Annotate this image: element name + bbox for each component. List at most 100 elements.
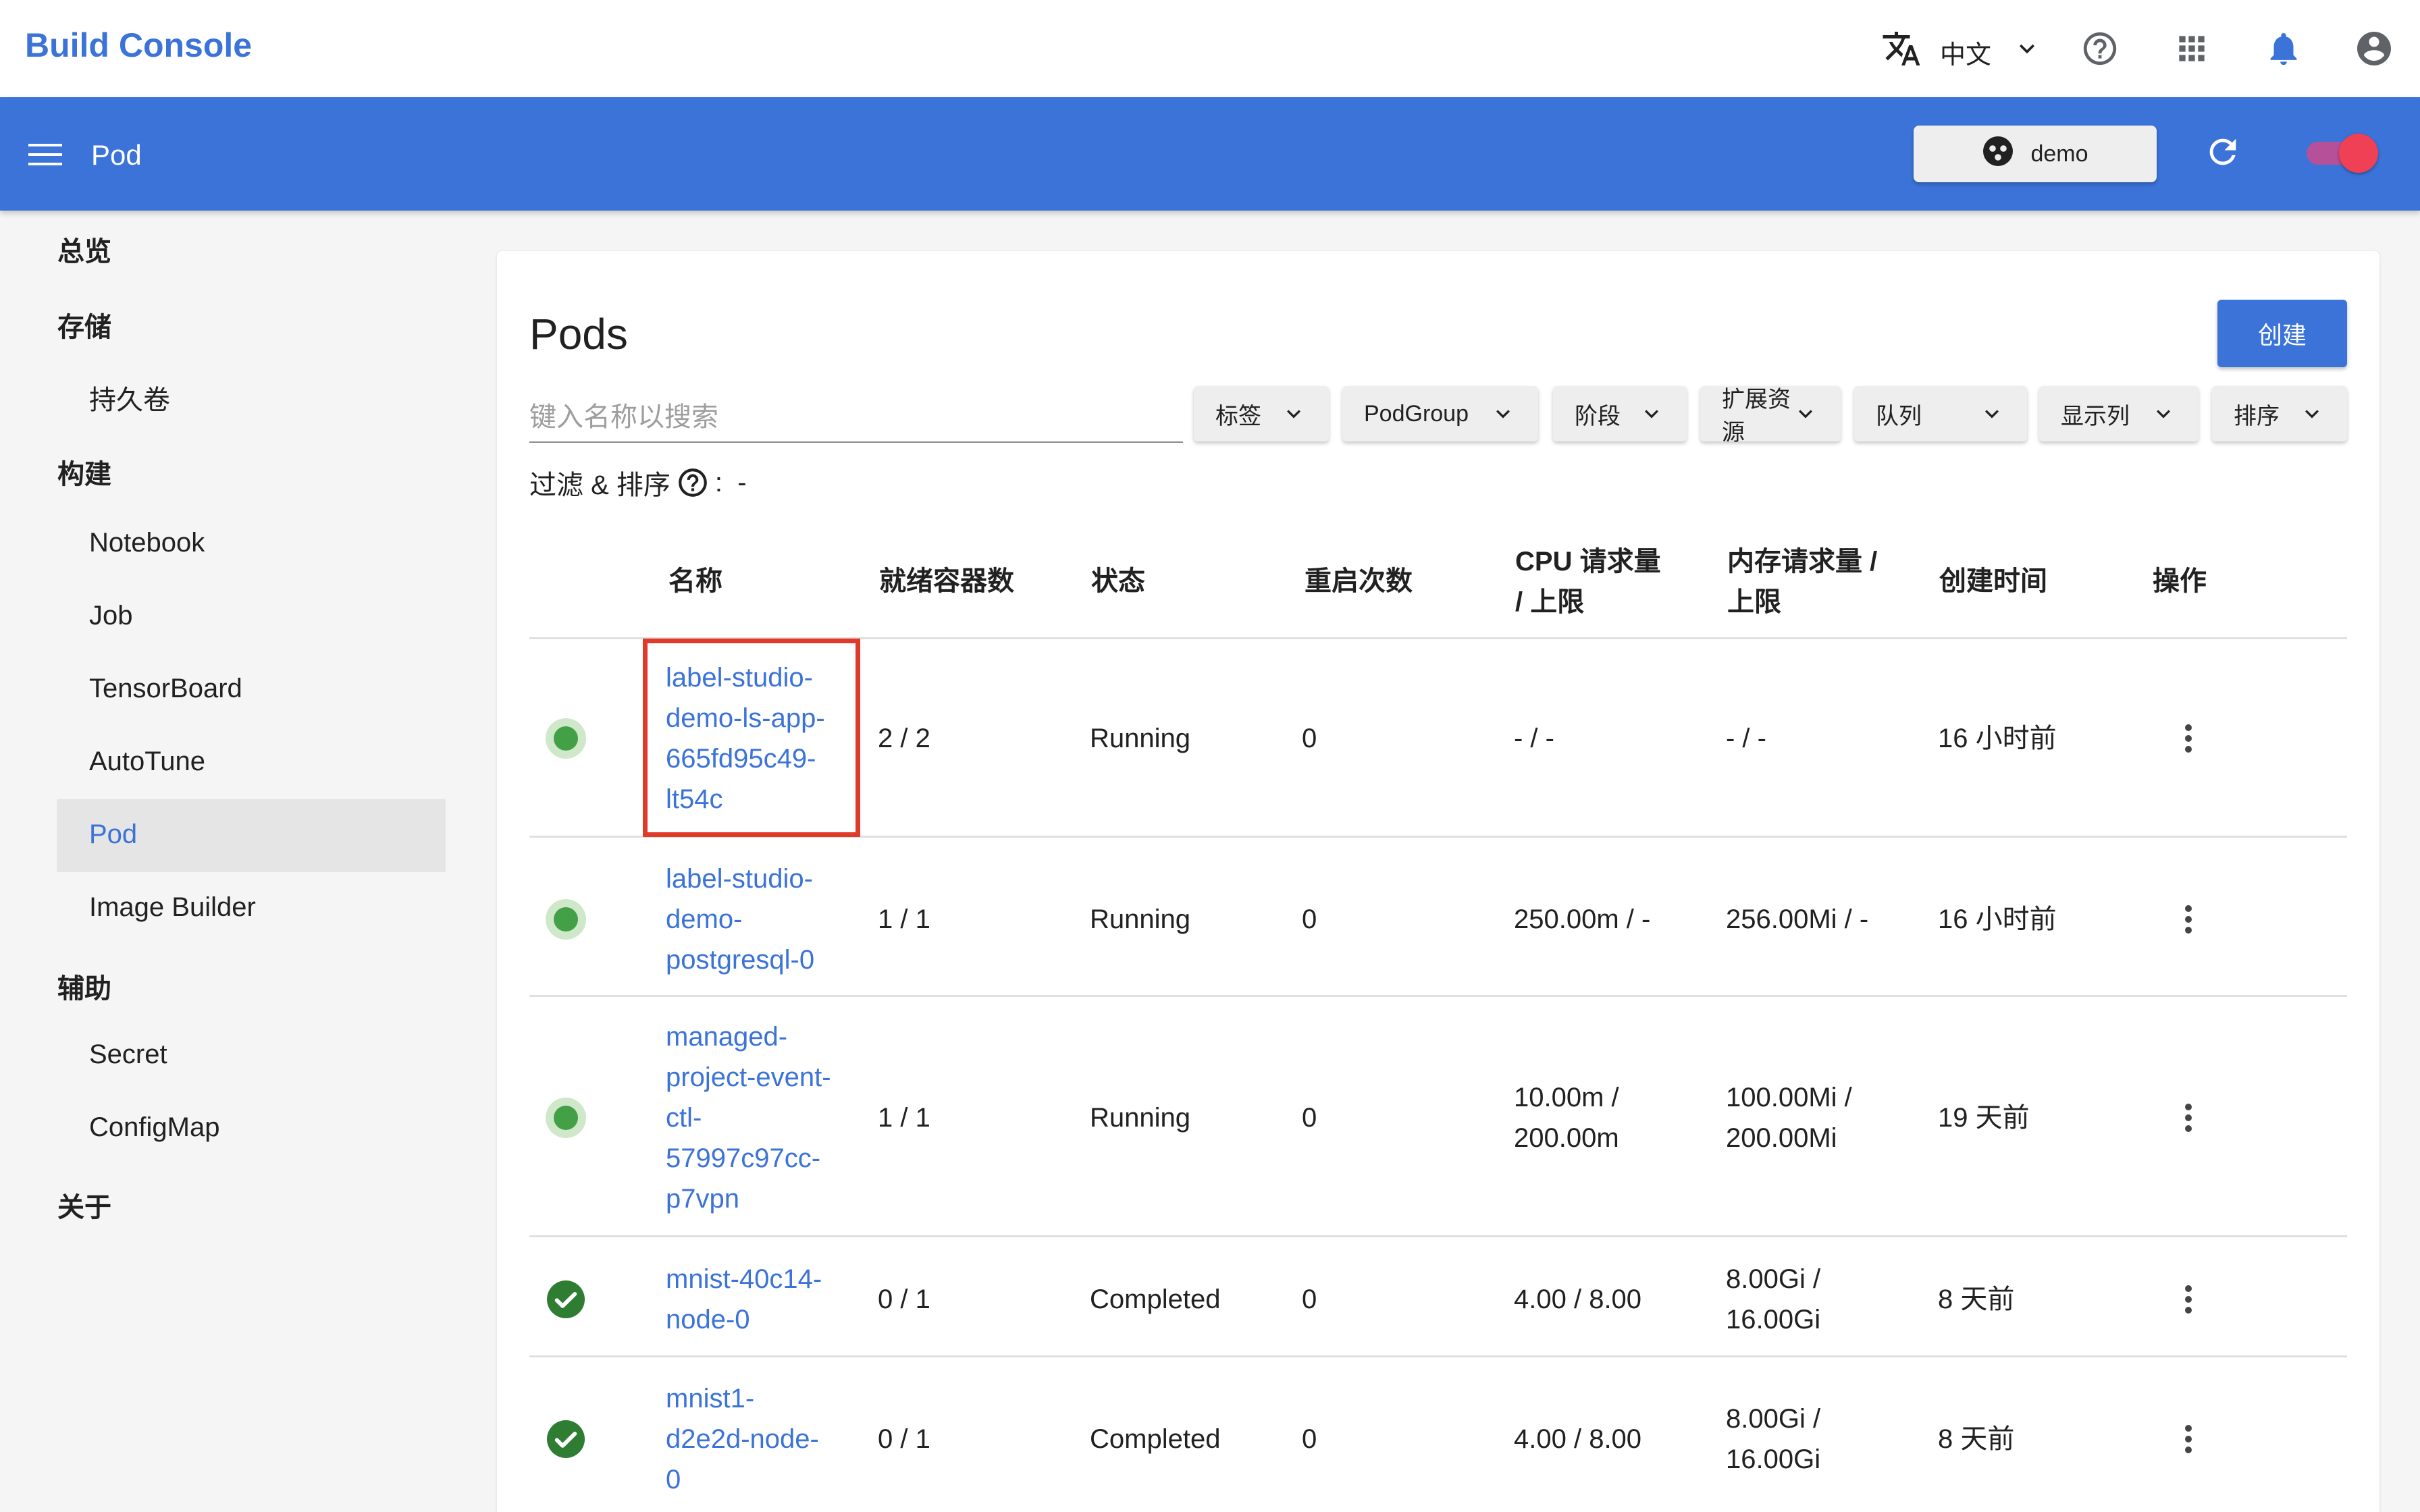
column-header-2[interactable]: 状态 — [1091, 561, 1145, 601]
column-header-6[interactable]: 创建时间 — [1939, 561, 2047, 601]
row-divider — [529, 1355, 2347, 1357]
kebab-icon[interactable] — [2178, 718, 2199, 759]
pod-name-link[interactable]: managed-project-event-ctl- 57997c97cc-p7v… — [666, 1017, 831, 1219]
column-header-0[interactable]: 名称 — [668, 561, 722, 601]
account-icon[interactable] — [2354, 28, 2394, 69]
memory-request-limit-line: 8.00Gi / — [1726, 1264, 1821, 1294]
column-header-line: CPU 请求量 — [1515, 547, 1661, 576]
memory-request-limit-line: 100.00Mi / — [1726, 1083, 1852, 1112]
selected-pod-highlight — [643, 639, 860, 837]
sidebar-item-pod[interactable]: Pod — [89, 819, 137, 850]
filter-button-6[interactable]: 排序 — [2212, 386, 2347, 441]
namespace-selector-button[interactable]: demo — [1914, 126, 2157, 182]
menu-icon[interactable] — [28, 141, 62, 168]
column-header-4[interactable]: CPU 请求量 / 上限 — [1515, 541, 1661, 622]
filter-button-2[interactable]: 阶段 — [1553, 386, 1687, 441]
filter-button-5[interactable]: 显示列 — [2039, 386, 2199, 441]
running-status-icon — [544, 1096, 587, 1139]
toggle-thumb — [2339, 134, 2378, 173]
pod-name-link-line: 0 — [666, 1465, 681, 1494]
apps-icon[interactable] — [2172, 28, 2212, 69]
search-input[interactable]: 键入名称以搜索 — [529, 387, 1183, 443]
bell-icon[interactable] — [2263, 28, 2304, 69]
cpu-request-limit-line: 4.00 / 8.00 — [1514, 1424, 1642, 1454]
chevron-down-icon — [2150, 400, 2177, 427]
pod-name-link-line: label-studio- — [666, 864, 813, 894]
filter-button-3[interactable]: 扩展资源 — [1700, 386, 1841, 446]
column-header-line: / 上限 — [1515, 587, 1585, 617]
sidebar-item-notebook[interactable]: Notebook — [89, 528, 205, 558]
memory-request-limit-line: 8.00Gi / — [1726, 1404, 1821, 1434]
sidebar-item--[interactable]: 构建 — [57, 452, 111, 491]
pod-name-link[interactable]: label-studio-demo-postgresql-0 — [666, 859, 814, 980]
column-header-5[interactable]: 内存请求量 / 上限 — [1727, 541, 1877, 622]
sidebar-item--[interactable]: 关于 — [57, 1185, 111, 1224]
sidebar-item--[interactable]: 辅助 — [57, 967, 111, 1006]
column-header-7[interactable]: 操作 — [2153, 561, 2207, 601]
refresh-icon[interactable] — [2203, 132, 2242, 171]
pod-name-link-line: p7vpn — [666, 1184, 739, 1214]
filter-button-0[interactable]: 标签 — [1194, 386, 1329, 441]
pod-status: Running — [1090, 724, 1191, 753]
running-status-icon — [544, 898, 587, 941]
translate-icon[interactable] — [1881, 28, 1922, 69]
restart-count: 0 — [1302, 1103, 1317, 1133]
cpu-request-limit-line: - / - — [1514, 724, 1554, 753]
column-header-1[interactable]: 就绪容器数 — [879, 561, 1014, 601]
memory-request-limit-line: 256.00Mi / - — [1726, 905, 1869, 934]
filter-label: 扩展资源 — [1722, 387, 1791, 446]
top-app-bar: Build Console 中文 — [0, 0, 2420, 97]
create-button[interactable]: 创建 — [2217, 300, 2347, 367]
pod-status: Running — [1090, 1103, 1191, 1133]
ready-count: 1 / 1 — [878, 1103, 930, 1133]
kebab-icon[interactable] — [2178, 1419, 2199, 1459]
cpu-request-limit: - / - — [1514, 718, 1554, 759]
language-label[interactable]: 中文 — [1940, 34, 1991, 71]
pod-name-link-line: managed- — [666, 1022, 788, 1052]
pod-name-link[interactable]: mnist1- d2e2d-node- 0 — [666, 1378, 819, 1500]
page-toolbar: Pod demo — [0, 97, 2420, 211]
filter-button-1[interactable]: PodGroup — [1342, 386, 1538, 441]
created-time: 16 小时前 — [1938, 724, 2057, 753]
theme-toggle[interactable] — [2303, 134, 2378, 173]
kebab-icon[interactable] — [2178, 1098, 2199, 1138]
filter-sort-label: 过滤 & 排序 — [529, 470, 670, 500]
chevron-down-icon[interactable] — [2007, 28, 2047, 69]
app-title[interactable]: Build Console — [25, 26, 252, 65]
namespace-icon — [1982, 135, 2014, 173]
sidebar-item-tensorboard[interactable]: TensorBoard — [89, 674, 242, 704]
sidebar-item-configmap[interactable]: ConfigMap — [89, 1112, 219, 1143]
sidebar-item-secret[interactable]: Secret — [89, 1040, 167, 1070]
row-divider — [529, 995, 2347, 997]
cpu-request-limit-line: 250.00m / - — [1514, 905, 1651, 934]
help-icon[interactable] — [2080, 28, 2120, 69]
kebab-icon[interactable] — [2178, 899, 2199, 940]
help-icon[interactable] — [676, 466, 710, 500]
ready-count: 1 / 1 — [878, 905, 930, 934]
filter-label: 排序 — [2234, 403, 2280, 429]
column-header-3[interactable]: 重启次数 — [1305, 561, 1413, 601]
sidebar-item-image-builder[interactable]: Image Builder — [89, 892, 256, 923]
sidebar-item--[interactable]: 总览 — [57, 230, 111, 269]
pod-name-link-line: d2e2d-node- — [666, 1424, 819, 1454]
pod-name-link-line: node-0 — [666, 1305, 750, 1334]
filter-label: 显示列 — [2061, 403, 2130, 429]
sidebar-item--[interactable]: 持久卷 — [89, 378, 170, 417]
kebab-icon[interactable] — [2178, 1279, 2199, 1320]
pod-name-link[interactable]: mnist-40c14- node-0 — [666, 1259, 822, 1340]
filter-label: 标签 — [1215, 403, 1261, 429]
chevron-down-icon — [1978, 400, 2005, 427]
memory-request-limit-line: 16.00Gi — [1726, 1444, 1821, 1474]
filter-button-4[interactable]: 队列 — [1854, 386, 2027, 441]
memory-request-limit: - / - — [1726, 718, 1766, 759]
sidebar-item-job[interactable]: Job — [89, 601, 133, 631]
column-header-line: 内存请求量 / — [1727, 547, 1878, 576]
namespace-label: demo — [2030, 140, 2088, 167]
pod-status: Running — [1090, 905, 1191, 934]
check-circle-icon — [544, 1418, 587, 1461]
sidebar-item--[interactable]: 存储 — [57, 305, 111, 344]
restart-count: 0 — [1302, 1424, 1317, 1454]
cpu-request-limit: 4.00 / 8.00 — [1514, 1279, 1641, 1320]
pod-status: Completed — [1090, 1424, 1221, 1454]
sidebar-item-autotune[interactable]: AutoTune — [89, 747, 205, 777]
